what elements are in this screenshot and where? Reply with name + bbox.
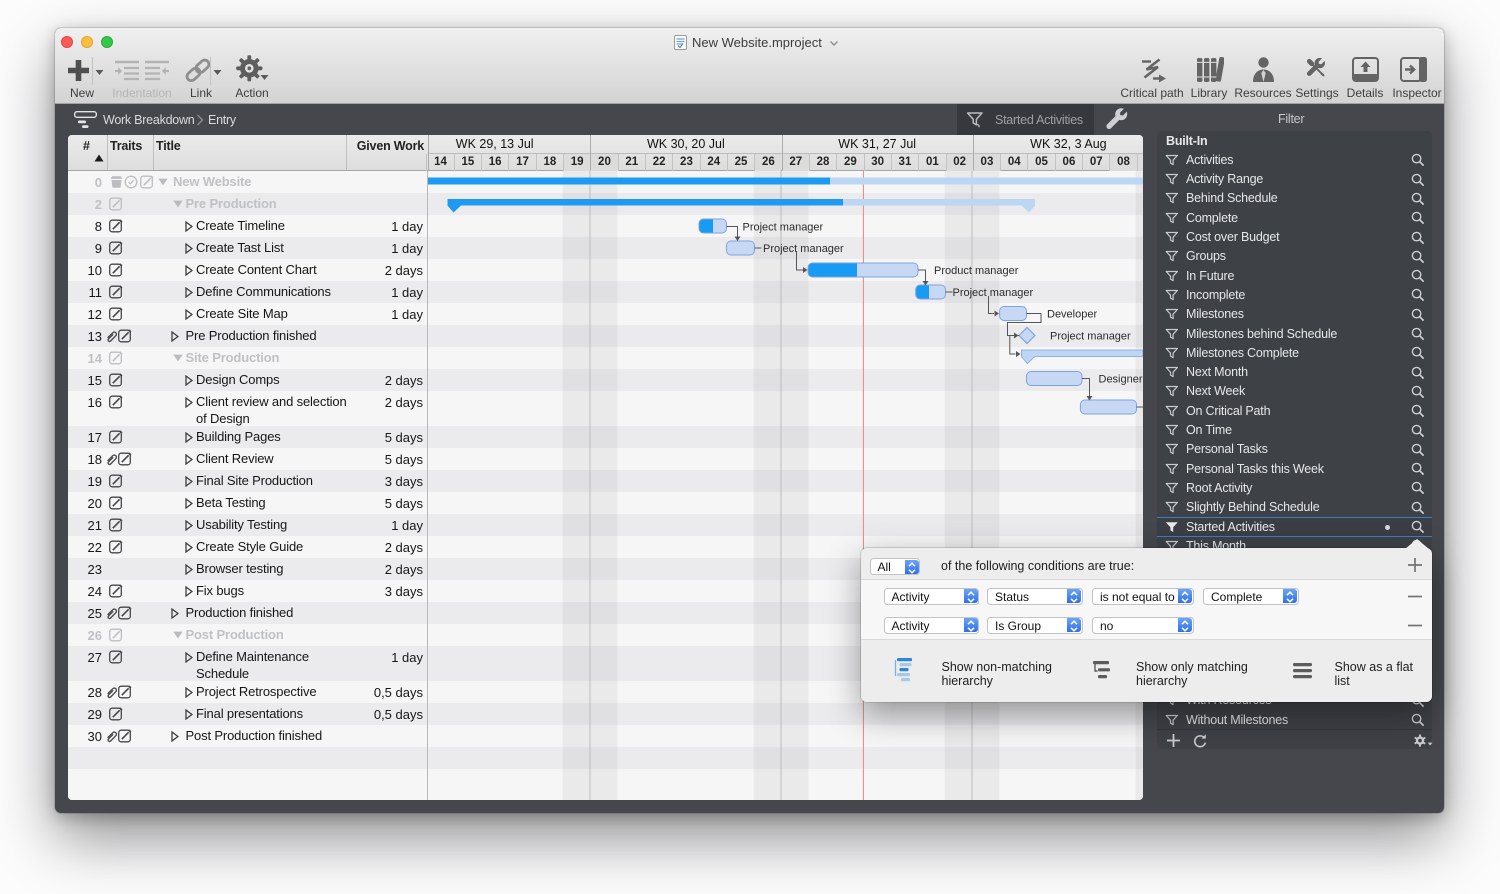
svg-text:Developer: Developer: [1047, 309, 1097, 321]
svg-text:Designer: Designer: [1099, 374, 1143, 386]
svg-text:Project manager: Project manager: [953, 287, 1034, 299]
svg-text:Project manager: Project manager: [763, 243, 844, 255]
svg-text:Project manager: Project manager: [743, 222, 824, 234]
svg-text:Product manager: Product manager: [934, 265, 1019, 277]
svg-text:Project manager: Project manager: [1050, 331, 1131, 343]
